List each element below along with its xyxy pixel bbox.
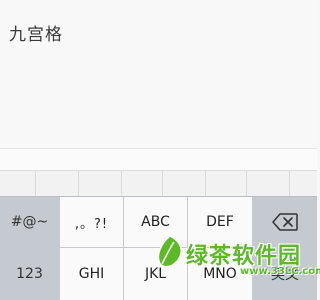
key-label: GHI [78,266,105,282]
candidate-cell[interactable] [122,171,163,197]
candidate-cell[interactable] [290,171,317,197]
mno-key[interactable]: MNO [188,248,253,300]
key-label: 英文 [271,267,299,283]
candidate-cell[interactable] [247,171,290,197]
key-label: ABC [141,214,170,230]
candidate-cell[interactable] [206,171,247,197]
key-label: #@~ [10,214,49,230]
english-mode-key[interactable]: 英文 [253,248,317,300]
numbers-key[interactable]: 123 [0,248,60,300]
key-label: JKL [144,266,167,282]
punctuation-key[interactable]: ,。?! [60,197,124,248]
candidate-cell[interactable] [79,171,122,197]
backspace-button[interactable] [253,197,317,248]
def-key[interactable]: DEF [188,197,253,248]
key-label: ,。?! [74,216,109,232]
backspace-icon [272,213,298,231]
key-label: 123 [16,266,43,282]
typed-text: 九宫格 [9,25,63,45]
candidate-bar [0,148,317,171]
candidate-cell[interactable] [36,171,79,197]
ghi-key[interactable]: GHI [60,248,124,300]
jkl-key[interactable]: JKL [124,248,188,300]
nine-grid-keyboard: #@~ ,。?! ABC DEF 123 GHI JKL MNO 英文 [0,196,317,300]
key-label: MNO [203,266,237,282]
text-input-area[interactable]: 九宫格 [0,0,317,148]
pinyin-candidate-strip [0,170,317,197]
key-label: DEF [206,214,234,230]
candidate-cell[interactable] [0,171,36,197]
abc-key[interactable]: ABC [124,197,188,248]
symbols-key[interactable]: #@~ [0,197,60,248]
candidate-cell[interactable] [163,171,206,197]
